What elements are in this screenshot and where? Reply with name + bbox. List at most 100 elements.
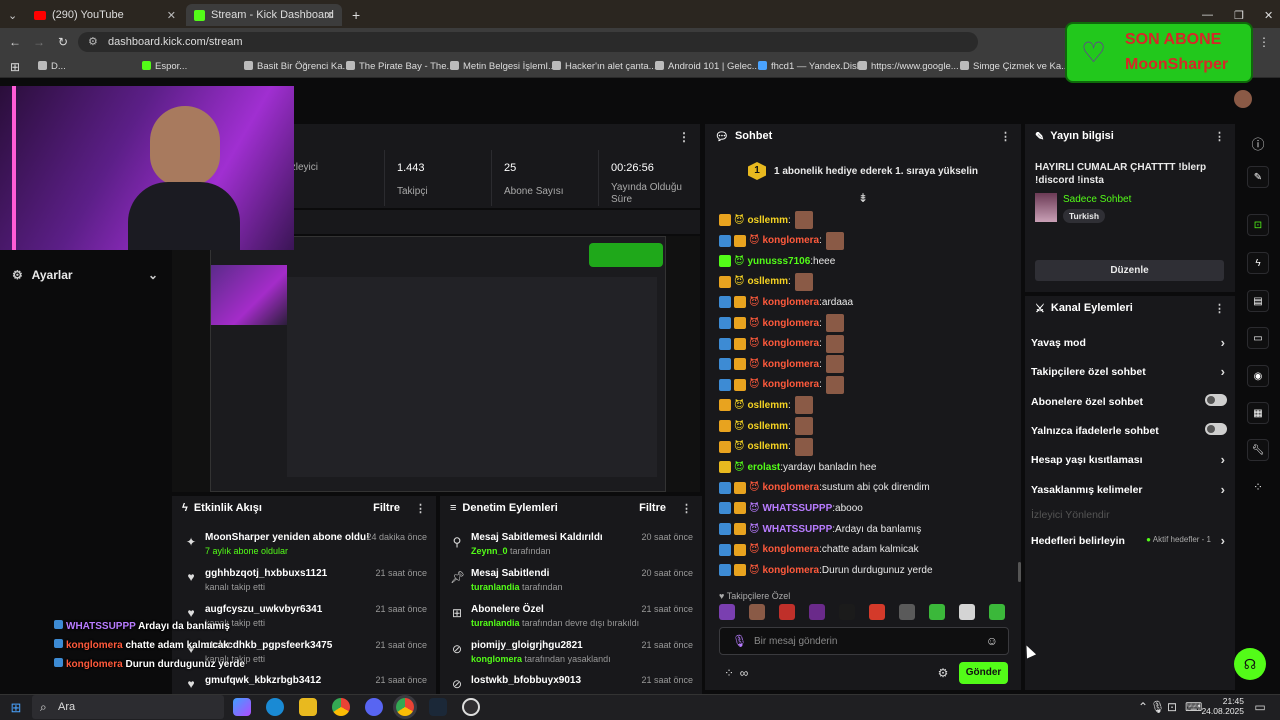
more-icon[interactable]: ⋮ (1214, 302, 1225, 315)
bookmark-item[interactable]: fhcd1 — Yandex.Disk (758, 61, 861, 72)
new-tab-button[interactable]: + (344, 4, 364, 26)
chat-settings-icon[interactable]: ⚙ (936, 666, 950, 680)
site-info-icon[interactable]: ⚙ (88, 32, 98, 52)
bookmark-item[interactable]: Metin Belgesi İşlemI... (450, 61, 556, 72)
emote-button[interactable] (719, 604, 735, 620)
bookmark-item[interactable]: Basit Bir Öğrenci Ka... (244, 61, 350, 72)
chat-username[interactable]: WHATSSUPPP (762, 503, 832, 514)
channel-action-row[interactable]: Takipçilere özel sohbet › (1031, 364, 1227, 379)
window-close-button[interactable]: ✕ (1256, 4, 1276, 26)
close-icon[interactable]: ✕ (167, 9, 176, 22)
chat-message[interactable]: 😈︎ osllemm: (719, 211, 813, 229)
support-button[interactable]: ☊ (1234, 648, 1266, 680)
apps-grid-icon[interactable]: ⊞ (8, 60, 22, 74)
chat-message[interactable]: 😈︎ konglomera: (719, 375, 844, 394)
chat-message[interactable]: 😈︎ konglomera: chatte adam kalmicak (719, 541, 919, 559)
channel-action-row[interactable]: Yavaş mod › (1031, 335, 1227, 350)
chat-username[interactable]: konglomera (762, 565, 819, 576)
chat-message[interactable]: 😈︎ konglomera: ardaaa (719, 293, 853, 311)
chat-username[interactable]: WHATSSUPPP (762, 524, 832, 535)
chat-message[interactable]: 😈︎ konglomera: sustum abi çok direndim (719, 479, 930, 497)
chat-username[interactable]: osllemm (747, 276, 788, 287)
bookmark-item[interactable]: The Pirate Bay - The... (346, 61, 454, 72)
taskbar-clock[interactable]: 21:45 24.08.2025 (1200, 696, 1244, 716)
toggle-switch[interactable] (1205, 423, 1227, 435)
category-name[interactable]: Sadece Sohbet (1063, 194, 1131, 205)
chat-message[interactable]: 😈︎ konglomera: (719, 231, 844, 250)
channel-action-row[interactable]: Yasaklanmış kelimeler › (1031, 482, 1227, 497)
mic-icon[interactable]: 🎙︎ (732, 634, 747, 648)
moderation-filter-button[interactable]: Filtre (639, 502, 666, 514)
copilot-icon[interactable] (233, 698, 251, 716)
tab-kick-dashboard[interactable]: Stream - Kick Dashboard ✕ (186, 4, 342, 26)
toggle-switch[interactable] (1205, 394, 1227, 406)
chat-message[interactable]: 😈︎ WHATSSUPPP: Ardayı da banlamış (719, 520, 921, 538)
emoji-icon[interactable]: ☺ (986, 634, 998, 648)
tab-youtube[interactable]: (290) YouTube ✕ (26, 4, 184, 26)
sidebar-item-settings[interactable]: ⚙ Ayarlar ⌄ (12, 268, 162, 284)
forward-icon[interactable]: → (32, 35, 46, 49)
chat-message[interactable]: 😈︎ konglomera: (719, 355, 844, 374)
rail-camera-button[interactable]: ⊡ (1247, 214, 1269, 236)
keyboard-icon[interactable]: ⌨ (1185, 700, 1202, 714)
chat-message[interactable]: 😈︎ konglomera: (719, 334, 844, 353)
tray-chevron-icon[interactable]: ⌃ (1136, 700, 1150, 714)
chrome-active-icon[interactable] (396, 698, 414, 716)
chat-username[interactable]: erolast (747, 462, 780, 473)
set-goals-row[interactable]: Hedefleri belirleyin ● Aktif hedefler - … (1031, 533, 1227, 548)
chat-username[interactable]: konglomera (762, 544, 819, 555)
taskbar-search[interactable]: ⌕ Ara (32, 695, 224, 719)
chat-username[interactable]: osllemm (747, 400, 788, 411)
edit-button[interactable]: Düzenle (1035, 260, 1224, 281)
rail-lightning-button[interactable]: ϟ (1247, 252, 1269, 274)
chat-username[interactable]: yunusss7106 (747, 256, 810, 267)
emote-button[interactable] (959, 604, 975, 620)
chat-message[interactable]: 😈︎ osllemm: (719, 272, 813, 291)
chat-input[interactable]: 🎙︎ Bir mesaj gönderin ☺ (719, 627, 1009, 655)
chat-username[interactable]: konglomera (762, 297, 819, 308)
avatar[interactable] (1234, 90, 1252, 108)
channel-action-row[interactable]: Yalnızca ifadelerle sohbet (1031, 423, 1227, 437)
chat-message[interactable]: 😈︎ konglomera: Durun durdugunuz yerde (719, 561, 933, 579)
edge-icon[interactable] (266, 698, 284, 716)
chat-message[interactable]: 😈︎ osllemm: (719, 417, 813, 435)
infinity-icon[interactable]: ∞ (737, 666, 751, 680)
stream-preview[interactable] (172, 236, 700, 492)
scroll-to-bottom-icon[interactable]: ⇟ (856, 191, 870, 205)
microphone-icon[interactable]: 🎙︎ (1150, 700, 1165, 714)
tab-list-button[interactable]: ⌄ (0, 4, 24, 26)
chrome-icon[interactable] (332, 698, 350, 716)
more-icon[interactable]: ⋮ (681, 502, 692, 515)
chat-scrollbar[interactable] (1018, 562, 1021, 582)
address-bar[interactable]: ⚙ dashboard.kick.com/stream (78, 32, 978, 52)
close-icon[interactable]: ✕ (325, 9, 334, 22)
pinned-gift-banner[interactable]: 1 1 abonelik hediye ederek 1. sıraya yük… (705, 150, 1021, 192)
network-icon[interactable]: ⊡ (1165, 700, 1179, 714)
discord-icon[interactable] (365, 698, 383, 716)
chat-username[interactable]: osllemm (747, 421, 788, 432)
emote-button[interactable] (869, 604, 885, 620)
emote-button[interactable] (749, 604, 765, 620)
emote-button[interactable] (779, 604, 795, 620)
emote-button[interactable] (809, 604, 825, 620)
chat-message[interactable]: 😈︎ WHATSSUPPP: abooo (719, 499, 863, 517)
chat-username[interactable]: konglomera (762, 318, 819, 329)
send-button[interactable]: Gönder (959, 662, 1008, 684)
chat-username[interactable]: konglomera (762, 338, 819, 349)
chat-message[interactable]: 😈︎ konglomera: (719, 314, 844, 332)
rail-tools-button[interactable]: 🔧︎ (1247, 439, 1269, 461)
activity-filter-button[interactable]: Filtre (373, 502, 400, 514)
more-icon[interactable]: ⋮ (1000, 130, 1011, 143)
more-icon[interactable]: ⋮ (415, 502, 426, 515)
rail-broadcast-button[interactable]: ◉ (1247, 365, 1269, 387)
more-icon[interactable]: ⋮ (1214, 130, 1225, 143)
bookmark-item[interactable]: Simge Çizmek ve Ka... (960, 61, 1069, 72)
chat-message[interactable]: 😈︎ osllemm: (719, 437, 813, 456)
steam-icon[interactable] (429, 698, 447, 716)
chat-username[interactable]: konglomera (762, 482, 819, 493)
emote-button[interactable] (989, 604, 1005, 620)
chat-username[interactable]: konglomera (762, 359, 819, 370)
bookmark-item[interactable]: D... (38, 61, 66, 72)
obs-icon[interactable] (462, 698, 480, 716)
bookmark-item[interactable]: Android 101 | Gelec... (655, 61, 760, 72)
